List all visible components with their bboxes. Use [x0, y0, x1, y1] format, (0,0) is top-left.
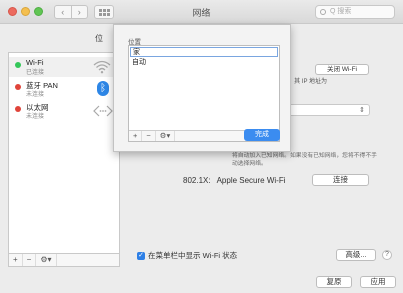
search-icon [320, 9, 326, 15]
x802-label: 802.1X: [183, 176, 211, 185]
search-field[interactable]: Q 搜索 [315, 5, 395, 19]
remove-location-button[interactable]: − [142, 131, 156, 141]
ip-address-text: "，其 IP 地址为 [286, 79, 328, 85]
network-preferences-window: ‹ › 网络 Q 搜索 位 Wi-Fi 已连接 蓝牙 PAN 未连接 ᛒ 以太网… [0, 0, 403, 293]
service-item-ethernet[interactable]: 以太网 未连接 [9, 101, 119, 121]
service-status: 已连接 [26, 70, 45, 76]
search-placeholder: Q 搜索 [330, 8, 352, 15]
location-item[interactable]: 自动 [130, 58, 278, 68]
remove-service-button[interactable]: − [23, 254, 37, 266]
connect-button[interactable]: 连接 [312, 174, 369, 186]
show-wifi-status-row[interactable]: ✓ 在菜单栏中显示 Wi-Fi 状态 [137, 250, 237, 261]
location-name-input[interactable]: 家 [130, 47, 278, 57]
turn-off-wifi-button[interactable]: 关闭 Wi-Fi [315, 64, 369, 75]
service-status: 未连接 [26, 114, 45, 120]
show-wifi-status-label: 在菜单栏中显示 Wi-Fi 状态 [148, 251, 238, 260]
help-button[interactable]: ? [382, 250, 392, 260]
service-item-wifi[interactable]: Wi-Fi 已连接 [9, 57, 119, 77]
add-location-button[interactable]: + [129, 131, 143, 141]
advanced-button[interactable]: 高级... [336, 249, 376, 261]
status-dot-connected [15, 62, 21, 68]
service-action-menu-button[interactable]: ⚙▾ [36, 254, 57, 266]
x802-value: Apple Secure Wi-Fi [216, 176, 286, 185]
location-action-menu-button[interactable]: ⚙▾ [156, 131, 176, 141]
service-name: Wi-Fi [26, 58, 44, 67]
locations-list: 家 自动 + − ⚙▾ [128, 45, 280, 142]
x802-row: 802.1X: Apple Secure Wi-Fi [183, 176, 286, 185]
wifi-icon [93, 60, 111, 74]
done-button[interactable]: 完成 [244, 129, 280, 141]
ethernet-icon [93, 105, 113, 117]
edit-locations-sheet: 位置 家 自动 + − ⚙▾ 完成 [113, 24, 291, 152]
add-service-button[interactable]: + [9, 254, 23, 266]
status-dot-disconnected [15, 84, 21, 90]
service-status: 未连接 [26, 92, 45, 98]
bluetooth-icon: ᛒ [97, 81, 109, 96]
service-list-controls: + − ⚙▾ [8, 253, 120, 267]
status-dot-disconnected [15, 106, 21, 112]
service-item-bluetooth-pan[interactable]: 蓝牙 PAN 未连接 ᛒ [9, 79, 119, 99]
title-bar: ‹ › 网络 Q 搜索 [0, 0, 403, 24]
show-wifi-status-checkbox[interactable]: ✓ [137, 251, 145, 260]
auto-join-hint: 将自动加入已知网络。如果没有已知网络，您将不得不手动选择网络。 [232, 153, 377, 167]
revert-button[interactable]: 复原 [316, 276, 352, 288]
apply-button[interactable]: 应用 [360, 276, 396, 288]
location-label: 位 [95, 34, 103, 43]
network-service-list: Wi-Fi 已连接 蓝牙 PAN 未连接 ᛒ 以太网 未连接 [8, 52, 120, 267]
popup-arrows-icon: ⇕ [359, 107, 365, 114]
